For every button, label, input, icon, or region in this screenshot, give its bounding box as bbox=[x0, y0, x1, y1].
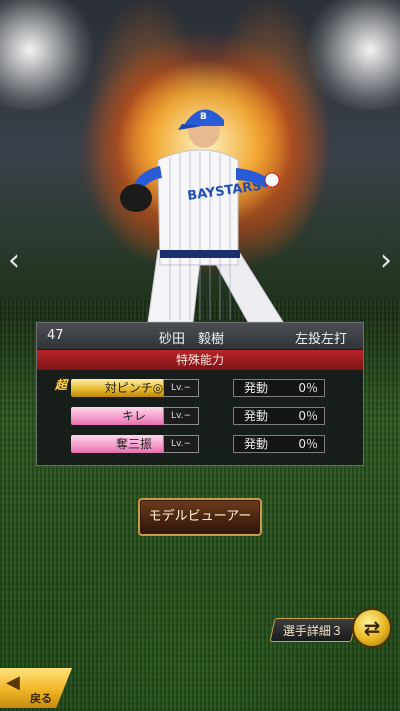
ability-row: 超 対ピンチ◎ Lv.− 発動 0％ bbox=[37, 377, 363, 401]
activation-rate: 発動 0％ bbox=[233, 379, 325, 397]
back-button[interactable]: ◀ 戻る bbox=[0, 668, 72, 708]
prev-player-button[interactable]: ‹ bbox=[2, 244, 26, 278]
chevron-right-icon: › bbox=[380, 243, 392, 278]
ability-level: Lv.− bbox=[163, 407, 199, 425]
activation-label: 発動 bbox=[244, 381, 269, 395]
player-detail-button[interactable]: 選手詳細３ bbox=[269, 618, 357, 642]
back-label: 戻る bbox=[30, 692, 52, 705]
ability-level: Lv.− bbox=[163, 379, 199, 397]
svg-text:B: B bbox=[200, 112, 207, 122]
swap-arrows-icon[interactable]: ⇄ bbox=[352, 608, 392, 648]
bats-throws: 左投左打 bbox=[295, 332, 348, 347]
activation-rate: 発動 0％ bbox=[233, 435, 325, 453]
activation-rate: 発動 0％ bbox=[233, 407, 325, 425]
player-name-bar: 47 砂田 毅樹 左投左打 bbox=[37, 323, 363, 349]
player-detail-label: 選手詳細３ bbox=[282, 624, 343, 638]
activation-label: 発動 bbox=[244, 437, 269, 451]
next-player-button[interactable]: › bbox=[374, 244, 398, 278]
activation-value: 0％ bbox=[298, 381, 318, 395]
activation-value: 0％ bbox=[298, 437, 318, 451]
ability-row: キレ Lv.− 発動 0％ bbox=[37, 405, 363, 429]
chevron-left-icon: ‹ bbox=[8, 243, 20, 278]
back-arrow-icon: ◀ bbox=[6, 672, 20, 693]
activation-label: 発動 bbox=[244, 409, 269, 423]
player-info-panel: 47 砂田 毅樹 左投左打 特殊能力 超 対ピンチ◎ Lv.− 発動 0％ キレ… bbox=[36, 322, 364, 466]
pitcher-image: BAYSTARS B bbox=[120, 109, 284, 322]
ability-level: Lv.− bbox=[163, 435, 199, 453]
player-number: 47 bbox=[47, 328, 64, 343]
model-viewer-button[interactable]: モデルビューアー bbox=[138, 498, 262, 536]
activation-value: 0％ bbox=[298, 409, 318, 423]
player-card-screen: BAYSTARS B ‹ › 47 砂田 毅樹 左投左打 特殊能力 超 対ピンチ… bbox=[0, 0, 400, 711]
ability-row: 奪三振 Lv.− 発動 0％ bbox=[37, 433, 363, 457]
special-abilities-header: 特殊能力 bbox=[37, 350, 363, 370]
player-name: 砂田 毅樹 bbox=[159, 332, 225, 347]
